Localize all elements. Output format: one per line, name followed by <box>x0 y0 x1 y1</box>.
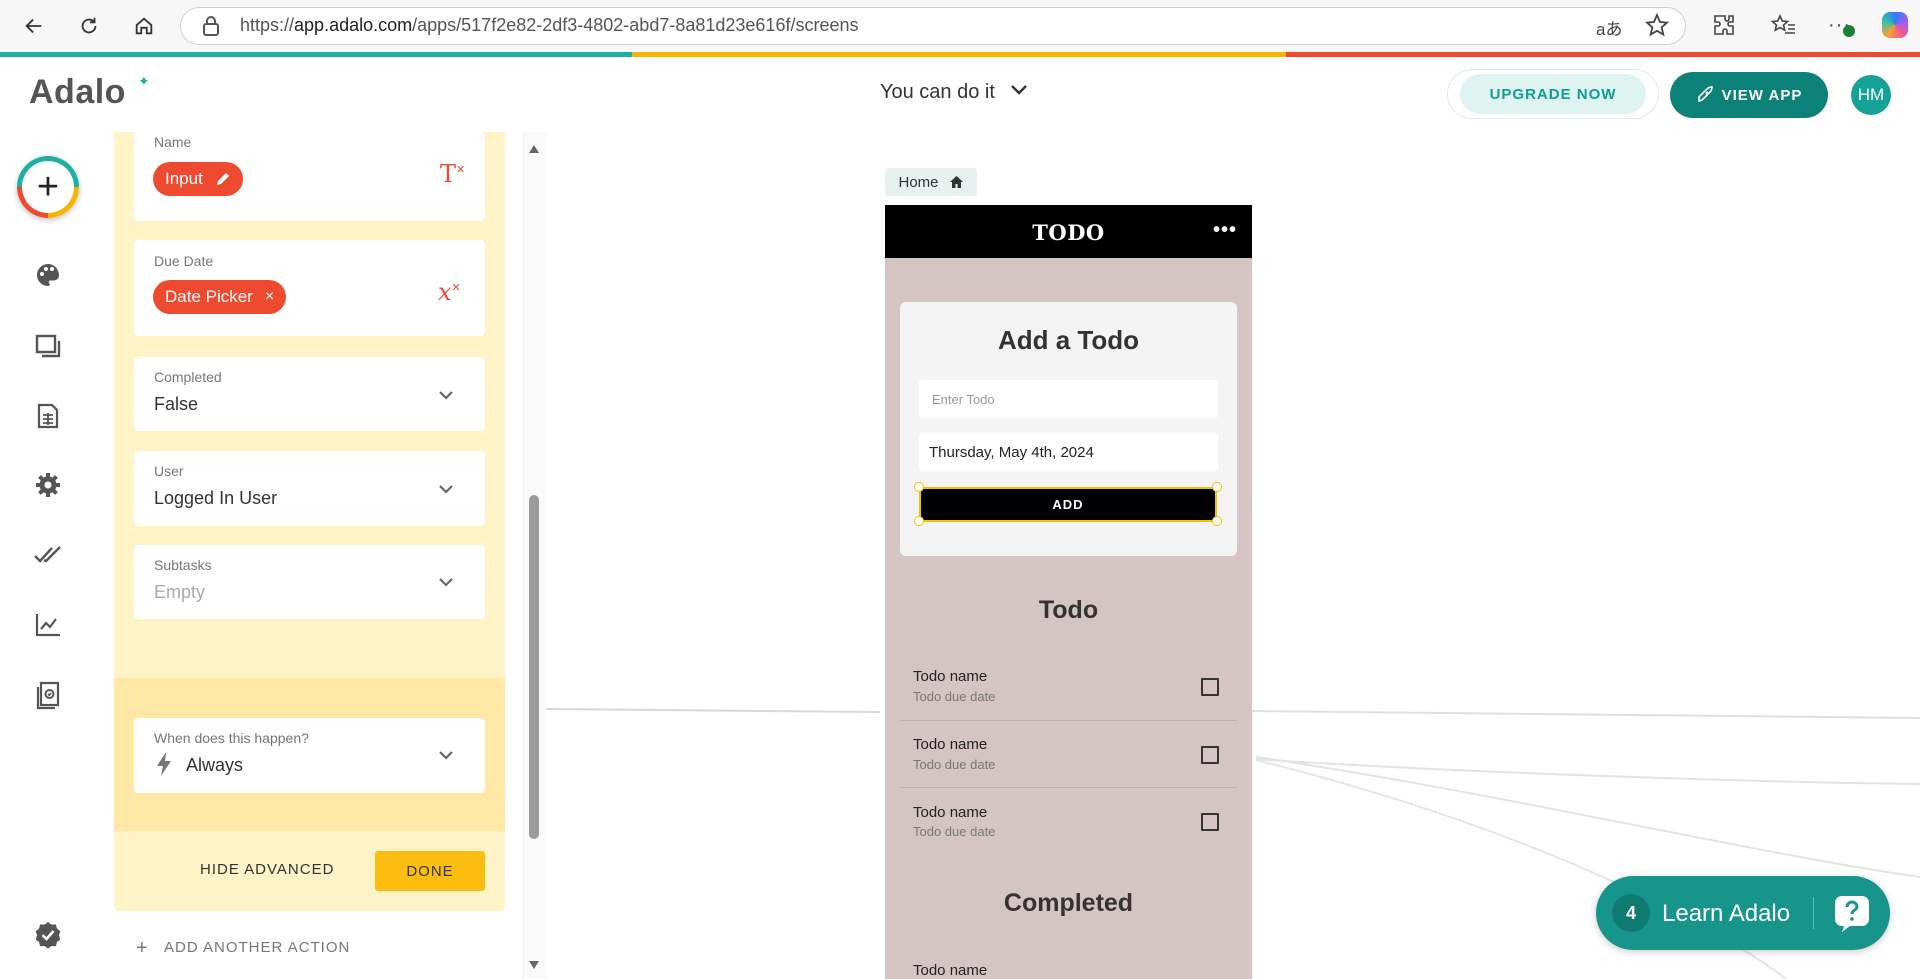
list-item[interactable] <box>900 788 1237 855</box>
todo-name: Todo name <box>913 668 988 685</box>
user-field-label: User <box>154 463 184 479</box>
favorite-star-icon[interactable] <box>1644 12 1670 42</box>
publish-icon[interactable] <box>30 677 66 713</box>
double-check-icon[interactable] <box>30 537 66 573</box>
lightning-icon <box>156 752 172 781</box>
completed-field-label: Completed <box>154 369 222 385</box>
hide-advanced-button[interactable]: HIDE ADVANCED <box>200 861 334 878</box>
list-item[interactable] <box>900 654 1237 721</box>
todo-input[interactable]: Enter Todo <box>919 380 1218 418</box>
lock-icon[interactable] <box>202 16 220 41</box>
date-picker-input[interactable]: Thursday, May 4th, 2024 <box>919 433 1218 471</box>
completed-field-value: False <box>154 394 199 414</box>
magic-text-icon[interactable]: T✕ <box>440 160 465 188</box>
edit-pencil-icon[interactable] <box>215 171 231 187</box>
list-item[interactable] <box>900 721 1237 788</box>
view-app-button[interactable]: VIEW APP <box>1670 72 1828 118</box>
completed-heading: Completed <box>1003 889 1134 917</box>
add-todo-title: Add a Todo <box>997 325 1140 355</box>
reload-icon[interactable] <box>71 8 107 44</box>
todo-due-date: Todo due date <box>913 689 996 704</box>
magic-formula-icon[interactable]: x✕ <box>438 278 461 306</box>
upgrade-button[interactable]: UPGRADE NOW <box>1447 69 1659 119</box>
todo-name: Todo name <box>913 804 988 821</box>
selection-handle[interactable] <box>1212 482 1222 492</box>
completed-chevron-down-icon[interactable] <box>436 385 456 405</box>
screen-name-text: Home <box>898 173 939 191</box>
plus-icon[interactable]: + <box>22 161 74 213</box>
home-screen-icon <box>949 176 963 188</box>
adalo-logo[interactable]: Adalo <box>29 73 126 112</box>
todo-checkbox[interactable] <box>1201 746 1219 764</box>
due-date-field-label: Due Date <box>154 253 214 269</box>
avatar[interactable]: HM <box>1851 75 1891 115</box>
learn-divider <box>1813 897 1814 929</box>
help-chat-icon[interactable] <box>1832 893 1872 933</box>
logo-spark-icon: ✦ <box>138 73 150 89</box>
scroll-down-icon[interactable] <box>528 957 540 975</box>
clear-pill-icon[interactable]: × <box>265 288 274 306</box>
analytics-icon[interactable] <box>30 607 66 643</box>
url-prefix: https:// <box>240 15 295 35</box>
scrollbar-thumb[interactable] <box>529 495 539 839</box>
add-action-plus-icon[interactable]: + <box>136 937 148 960</box>
learn-count-badge: 4 <box>1612 894 1650 932</box>
screens-icon[interactable] <box>30 328 66 364</box>
user-chevron-down-icon[interactable] <box>436 479 456 499</box>
input-magic-pill[interactable]: Input <box>153 162 243 196</box>
subtasks-chevron-down-icon[interactable] <box>436 572 456 592</box>
done-button[interactable]: DONE <box>375 851 485 891</box>
home-icon[interactable] <box>126 8 162 44</box>
screen-name-label[interactable]: Home <box>885 168 977 196</box>
add-todo-button[interactable]: ADD <box>919 487 1217 522</box>
url-path: /apps/517f2e82-2df3-4802-abd7-8a81d23e61… <box>412 15 859 35</box>
date-picker-pill[interactable]: Date Picker × <box>153 280 287 314</box>
scroll-up-icon[interactable] <box>528 141 540 159</box>
trigger-field-label: When does this happen? <box>154 730 309 746</box>
selection-handle[interactable] <box>914 482 924 492</box>
app-bar-more-icon[interactable]: ••• <box>1213 219 1237 242</box>
favorites-list-icon[interactable] <box>1770 13 1796 42</box>
update-badge-icon <box>1843 25 1855 37</box>
view-app-label: VIEW APP <box>1721 86 1803 104</box>
back-icon[interactable] <box>16 8 52 44</box>
trigger-chevron-down-icon[interactable] <box>436 745 456 765</box>
gear-icon[interactable] <box>30 467 66 503</box>
rocket-icon <box>1697 86 1713 103</box>
add-another-action-button[interactable]: ADD ANOTHER ACTION <box>164 939 350 956</box>
todo-due-date: Todo due date <box>913 824 996 839</box>
selection-handle[interactable] <box>914 516 924 526</box>
url-text: https://app.adalo.com/apps/517f2e82-2df3… <box>240 15 858 36</box>
todo-checkbox[interactable] <box>1201 813 1219 831</box>
project-chevron-down-icon[interactable] <box>1010 83 1028 102</box>
user-field-value: Logged In User <box>154 488 278 508</box>
url-domain: app.adalo.com <box>294 15 413 35</box>
learn-adalo-label: Learn Adalo <box>1662 900 1791 927</box>
input-pill-label: Input <box>165 169 203 188</box>
read-aloud-icon[interactable]: aあ <box>1596 15 1622 40</box>
todo-checkbox[interactable] <box>1201 678 1219 696</box>
todo-due-date: Todo due date <box>913 757 996 772</box>
project-name[interactable]: You can do it <box>880 81 995 104</box>
date-picker-pill-label: Date Picker <box>165 287 253 306</box>
completed-todo-name: Todo name <box>913 962 988 979</box>
database-icon[interactable] <box>30 398 66 434</box>
copilot-icon[interactable] <box>1882 12 1908 38</box>
name-field-label: Name <box>154 134 192 150</box>
trigger-field-value: Always <box>186 755 244 775</box>
upgrade-label: UPGRADE NOW <box>1460 74 1646 114</box>
todo-name: Todo name <box>913 736 988 753</box>
app-bar-title: TODO <box>1032 220 1105 245</box>
subtasks-field-label: Subtasks <box>154 557 212 573</box>
palette-icon[interactable] <box>30 257 66 293</box>
todo-heading: Todo <box>1038 596 1099 624</box>
verified-badge-icon[interactable] <box>30 917 66 953</box>
selection-handle[interactable] <box>1212 516 1222 526</box>
subtasks-field-value: Empty <box>154 582 206 602</box>
extensions-icon[interactable] <box>1712 13 1736 42</box>
